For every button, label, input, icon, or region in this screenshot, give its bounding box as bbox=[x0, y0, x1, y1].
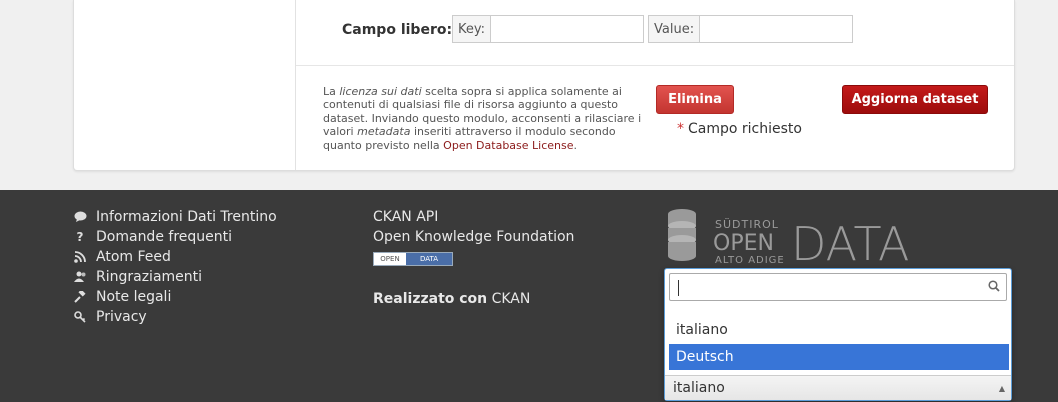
ckan-api-link[interactable]: CKAN API bbox=[373, 207, 574, 227]
value-field[interactable] bbox=[700, 15, 854, 43]
footer-column-2: CKAN API Open Knowledge Foundation OPEN D… bbox=[373, 207, 574, 266]
language-select[interactable]: italiano ▲ bbox=[665, 375, 1011, 400]
footer-link-legal[interactable]: Note legali bbox=[73, 287, 277, 307]
dataset-form-card: Campo libero: Key: Value: La licenza sui… bbox=[73, 0, 1015, 171]
comment-icon bbox=[73, 210, 87, 224]
svg-text:ALTO ADIGE: ALTO ADIGE bbox=[715, 255, 785, 266]
question-icon: ? bbox=[76, 230, 84, 244]
footer-link-atom[interactable]: Atom Feed bbox=[73, 247, 277, 267]
users-icon bbox=[73, 270, 87, 284]
svg-text:OPEN: OPEN bbox=[713, 231, 774, 256]
text-cursor bbox=[678, 280, 679, 296]
key-field[interactable] bbox=[491, 15, 645, 43]
sidebar-divider bbox=[295, 0, 296, 170]
form-divider bbox=[296, 65, 1014, 66]
suedtirol-open-data-logo: SÜDTIROL OPEN ALTO ADIGE DATA bbox=[665, 208, 925, 271]
okf-link[interactable]: Open Knowledge Foundation bbox=[373, 227, 574, 247]
footer-link-faq[interactable]: ? Domande frequenti bbox=[73, 227, 277, 247]
update-dataset-button[interactable]: Aggiorna dataset bbox=[842, 85, 988, 114]
key-icon bbox=[73, 310, 87, 324]
language-dropdown[interactable]: italiano Deutsch italiano ▲ bbox=[664, 268, 1012, 401]
campo-libero-label: Campo libero: bbox=[342, 22, 453, 38]
gavel-icon bbox=[73, 290, 87, 304]
made-with-ckan: Realizzato con CKAN bbox=[373, 291, 531, 307]
open-data-badge[interactable]: OPEN DATA bbox=[373, 252, 453, 266]
language-selected-value: italiano bbox=[673, 380, 725, 396]
footer-link-thanks[interactable]: Ringraziamenti bbox=[73, 267, 277, 287]
svg-text:SÜDTIROL: SÜDTIROL bbox=[715, 218, 779, 231]
language-search-input[interactable] bbox=[669, 273, 1007, 301]
key-addon: Key: bbox=[452, 15, 492, 43]
rss-icon bbox=[73, 250, 87, 264]
chevron-up-icon: ▲ bbox=[998, 384, 1005, 393]
language-option-italiano[interactable]: italiano bbox=[669, 317, 1009, 343]
search-icon bbox=[988, 280, 1000, 295]
odbl-link[interactable]: Open Database License bbox=[443, 139, 573, 152]
language-option-deutsch[interactable]: Deutsch bbox=[669, 344, 1009, 370]
footer-link-about[interactable]: Informazioni Dati Trentino bbox=[73, 207, 277, 227]
required-star: * bbox=[677, 121, 684, 137]
value-input-group: Value: bbox=[648, 15, 854, 43]
svg-text:DATA: DATA bbox=[791, 217, 910, 270]
value-addon: Value: bbox=[648, 15, 701, 43]
footer-link-privacy[interactable]: Privacy bbox=[73, 307, 277, 327]
required-note: * Campo richiesto bbox=[677, 121, 802, 137]
license-notice: La licenza sui dati scelta sopra si appl… bbox=[323, 85, 642, 152]
ckan-link[interactable]: CKAN bbox=[492, 291, 531, 307]
delete-button[interactable]: Elimina bbox=[656, 85, 734, 114]
key-input-group: Key: bbox=[452, 15, 645, 43]
footer-links: Informazioni Dati Trentino ? Domande fre… bbox=[73, 207, 277, 327]
